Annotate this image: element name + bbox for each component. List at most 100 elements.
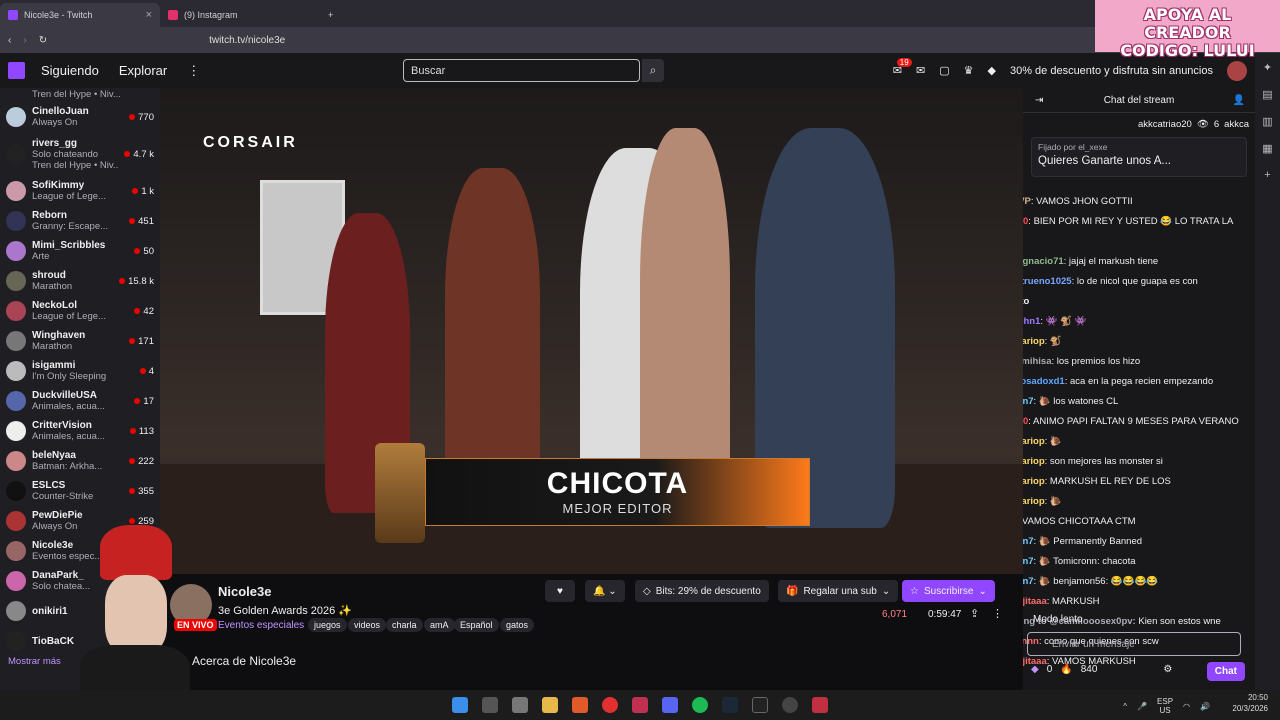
sidebar-channel-eslcs[interactable]: ESLCS Counter-Strike 355 [0, 476, 160, 506]
chat-username[interactable]: FrBUVP [1023, 196, 1031, 207]
streamer-name[interactable]: Nicole3e [218, 584, 271, 599]
tray-chevron-icon[interactable]: ^ [1123, 702, 1127, 711]
chat-username[interactable]: Natsumihisa [1023, 356, 1052, 367]
app-icon[interactable] [632, 697, 648, 713]
gift-sub-button[interactable]: 🎁 Regalar una sub ⌄ [778, 580, 899, 602]
sidebar-channel-shroud[interactable]: shroud Marathon 15.8 k [0, 266, 160, 296]
tag[interactable]: videos [348, 618, 387, 632]
gifter-name[interactable]: akkcatriao20 [1138, 119, 1192, 130]
sidebar-channel-crittervision[interactable]: CritterVision Animales, acua... 113 [0, 416, 160, 446]
chat-username[interactable]: ceeesariop [1023, 496, 1045, 507]
channel-points-icon[interactable]: 🔥 [1060, 664, 1072, 675]
notifications-bell-button[interactable]: 🔔 ⌄ [585, 580, 625, 602]
user-avatar[interactable] [1227, 60, 1247, 81]
whispers-icon[interactable]: ▢ [939, 64, 949, 77]
obs-icon[interactable] [782, 697, 798, 713]
chat-username[interactable]: ceeesariop [1023, 436, 1045, 447]
sidebar-channel-duckvilleusa[interactable]: DuckvilleUSA Animales, acua... 17 [0, 386, 160, 416]
chat-username[interactable]: frrannn7 [1023, 396, 1034, 407]
chat-username[interactable]: frrannn7 [1023, 536, 1034, 547]
prime-icon[interactable]: ♛ [964, 64, 974, 77]
sidebar-channel-cinellojuan[interactable]: CinelloJuan Always On 770 [0, 102, 160, 132]
brave-icon[interactable] [572, 697, 588, 713]
bits-icon[interactable]: ◆ [1031, 664, 1039, 675]
start-icon[interactable] [452, 697, 468, 713]
add-icon[interactable]: + [1264, 169, 1270, 181]
sidebar-channel-isigammi[interactable]: isigammi I'm Only Sleeping 4 [0, 356, 160, 386]
chat-send-button[interactable]: Chat [1206, 662, 1245, 681]
chat-username[interactable]: PapiJosadoxd1 [1023, 376, 1065, 387]
tag[interactable]: juegos [308, 618, 347, 632]
volume-icon[interactable]: 🔊 [1200, 702, 1210, 711]
tag[interactable]: Español [454, 618, 499, 632]
subscribe-button[interactable]: ☆ Suscribirse ⌄ [902, 580, 995, 602]
reload-icon[interactable]: ↻ [39, 35, 47, 46]
system-clock[interactable]: 20:50 20/3/2026 [1232, 692, 1268, 714]
turbo-offer[interactable]: 30% de descuento y disfruta sin anuncios [1010, 65, 1213, 77]
sidebar-channel-neckolol[interactable]: NeckoLol League of Lege... 42 [0, 296, 160, 326]
steam-icon[interactable] [722, 697, 738, 713]
chat-username[interactable]: javierignacio71 [1023, 256, 1064, 267]
search-input[interactable]: Buscar [403, 59, 640, 82]
discord-icon[interactable] [662, 697, 678, 713]
nav-following[interactable]: Siguiendo [41, 63, 99, 78]
sidebar-channel-belenyaa[interactable]: beleNyaa Batman: Arkha... 222 [0, 446, 160, 476]
sidebar-channel-rivers_gg[interactable]: rivers_gg Solo chateando Tren del Hype • N… [0, 132, 160, 176]
sidebar-tool-icon[interactable]: ▦ [1262, 142, 1272, 155]
chat-username[interactable]: ceeesariop [1023, 336, 1045, 347]
notifications-icon[interactable]: ✉ 19 [893, 58, 912, 77]
sidebar-channel-winghaven[interactable]: Winghaven Marathon 171 [0, 326, 160, 356]
follow-heart-button[interactable]: ♥ [545, 580, 575, 602]
close-tab-icon[interactable]: × [146, 9, 152, 21]
file-explorer-icon[interactable] [542, 697, 558, 713]
url-field[interactable]: twitch.tv/nicole3e [209, 35, 285, 46]
nav-browse[interactable]: Explorar [119, 63, 167, 78]
chat-input[interactable]: Enviar un mensaje [1027, 632, 1241, 656]
wifi-icon[interactable]: ◠ [1183, 702, 1190, 711]
show-more-link[interactable]: Mostrar más [8, 656, 61, 667]
app-icon[interactable] [812, 697, 828, 713]
browser-tab-twitch[interactable]: Nicole3e - Twitch × [0, 3, 160, 27]
browser-tab-instagram[interactable]: (9) Instagram [160, 3, 320, 27]
extension-icon[interactable]: ✦ [1263, 61, 1272, 74]
search-icon[interactable]: ⌕ [642, 59, 664, 82]
sidebar-tool-icon[interactable]: ▤ [1262, 88, 1272, 101]
spotify-icon[interactable] [692, 697, 708, 713]
chat-username[interactable]: 19benjitaaa [1023, 596, 1047, 607]
settings-icon[interactable]: ⚙ [1163, 664, 1172, 675]
sidebar-channel-sofikimmy[interactable]: SofiKimmy League of Lege... 1 k [0, 176, 160, 206]
stream-category[interactable]: Eventos especiales [218, 620, 304, 631]
users-icon[interactable]: 👤 [1233, 88, 1245, 113]
more-menu-icon[interactable]: ⋮ [187, 63, 200, 79]
more-options-icon[interactable]: ⋮ [992, 607, 1003, 620]
inbox-icon[interactable]: ✉ [916, 64, 925, 77]
tag[interactable]: charla [386, 618, 423, 632]
chat-username[interactable]: ceeesariop [1023, 476, 1045, 487]
new-tab-button[interactable]: + [320, 3, 341, 27]
tag[interactable]: amA [424, 618, 455, 632]
language-indicator[interactable]: ESP US [1157, 697, 1173, 715]
forward-icon[interactable]: › [23, 35, 26, 46]
bits-discount-button[interactable]: ◇ Bits: 29% de descuento [635, 580, 769, 602]
chat-username[interactable]: edgartrueno1025 [1023, 276, 1072, 287]
tag[interactable]: gatos [500, 618, 535, 632]
video-player[interactable]: CORSAIR CHICOTA MEJOR EDITOR [160, 88, 1023, 574]
sidebar-channel-mimi_scribbles[interactable]: Mimi_Scribbles Arte 50 [0, 236, 160, 266]
twitch-logo-icon[interactable] [8, 62, 25, 79]
share-icon[interactable]: ⇪ [970, 607, 979, 620]
chat-username[interactable]: respeto [1023, 296, 1029, 307]
chat-username[interactable]: jogojohn1 [1023, 316, 1040, 327]
search-icon[interactable] [482, 697, 498, 713]
mic-icon[interactable]: 🎤 [1137, 702, 1147, 711]
gifter-name[interactable]: akkca [1224, 119, 1249, 130]
back-icon[interactable]: ‹ [8, 35, 11, 46]
chat-username[interactable]: frrannn7 [1023, 556, 1034, 567]
sidebar-tool-icon[interactable]: ▥ [1262, 115, 1272, 128]
media-icon[interactable] [602, 697, 618, 713]
task-view-icon[interactable] [512, 697, 528, 713]
epic-games-icon[interactable] [752, 697, 768, 713]
bits-icon[interactable]: ◆ [988, 64, 996, 77]
collapse-chat-icon[interactable]: ⇥ [1035, 88, 1043, 113]
chat-username[interactable]: ceeesariop [1023, 456, 1045, 467]
pinned-message[interactable]: Fijado por el_xexe Quieres Ganarte unos … [1031, 137, 1247, 177]
